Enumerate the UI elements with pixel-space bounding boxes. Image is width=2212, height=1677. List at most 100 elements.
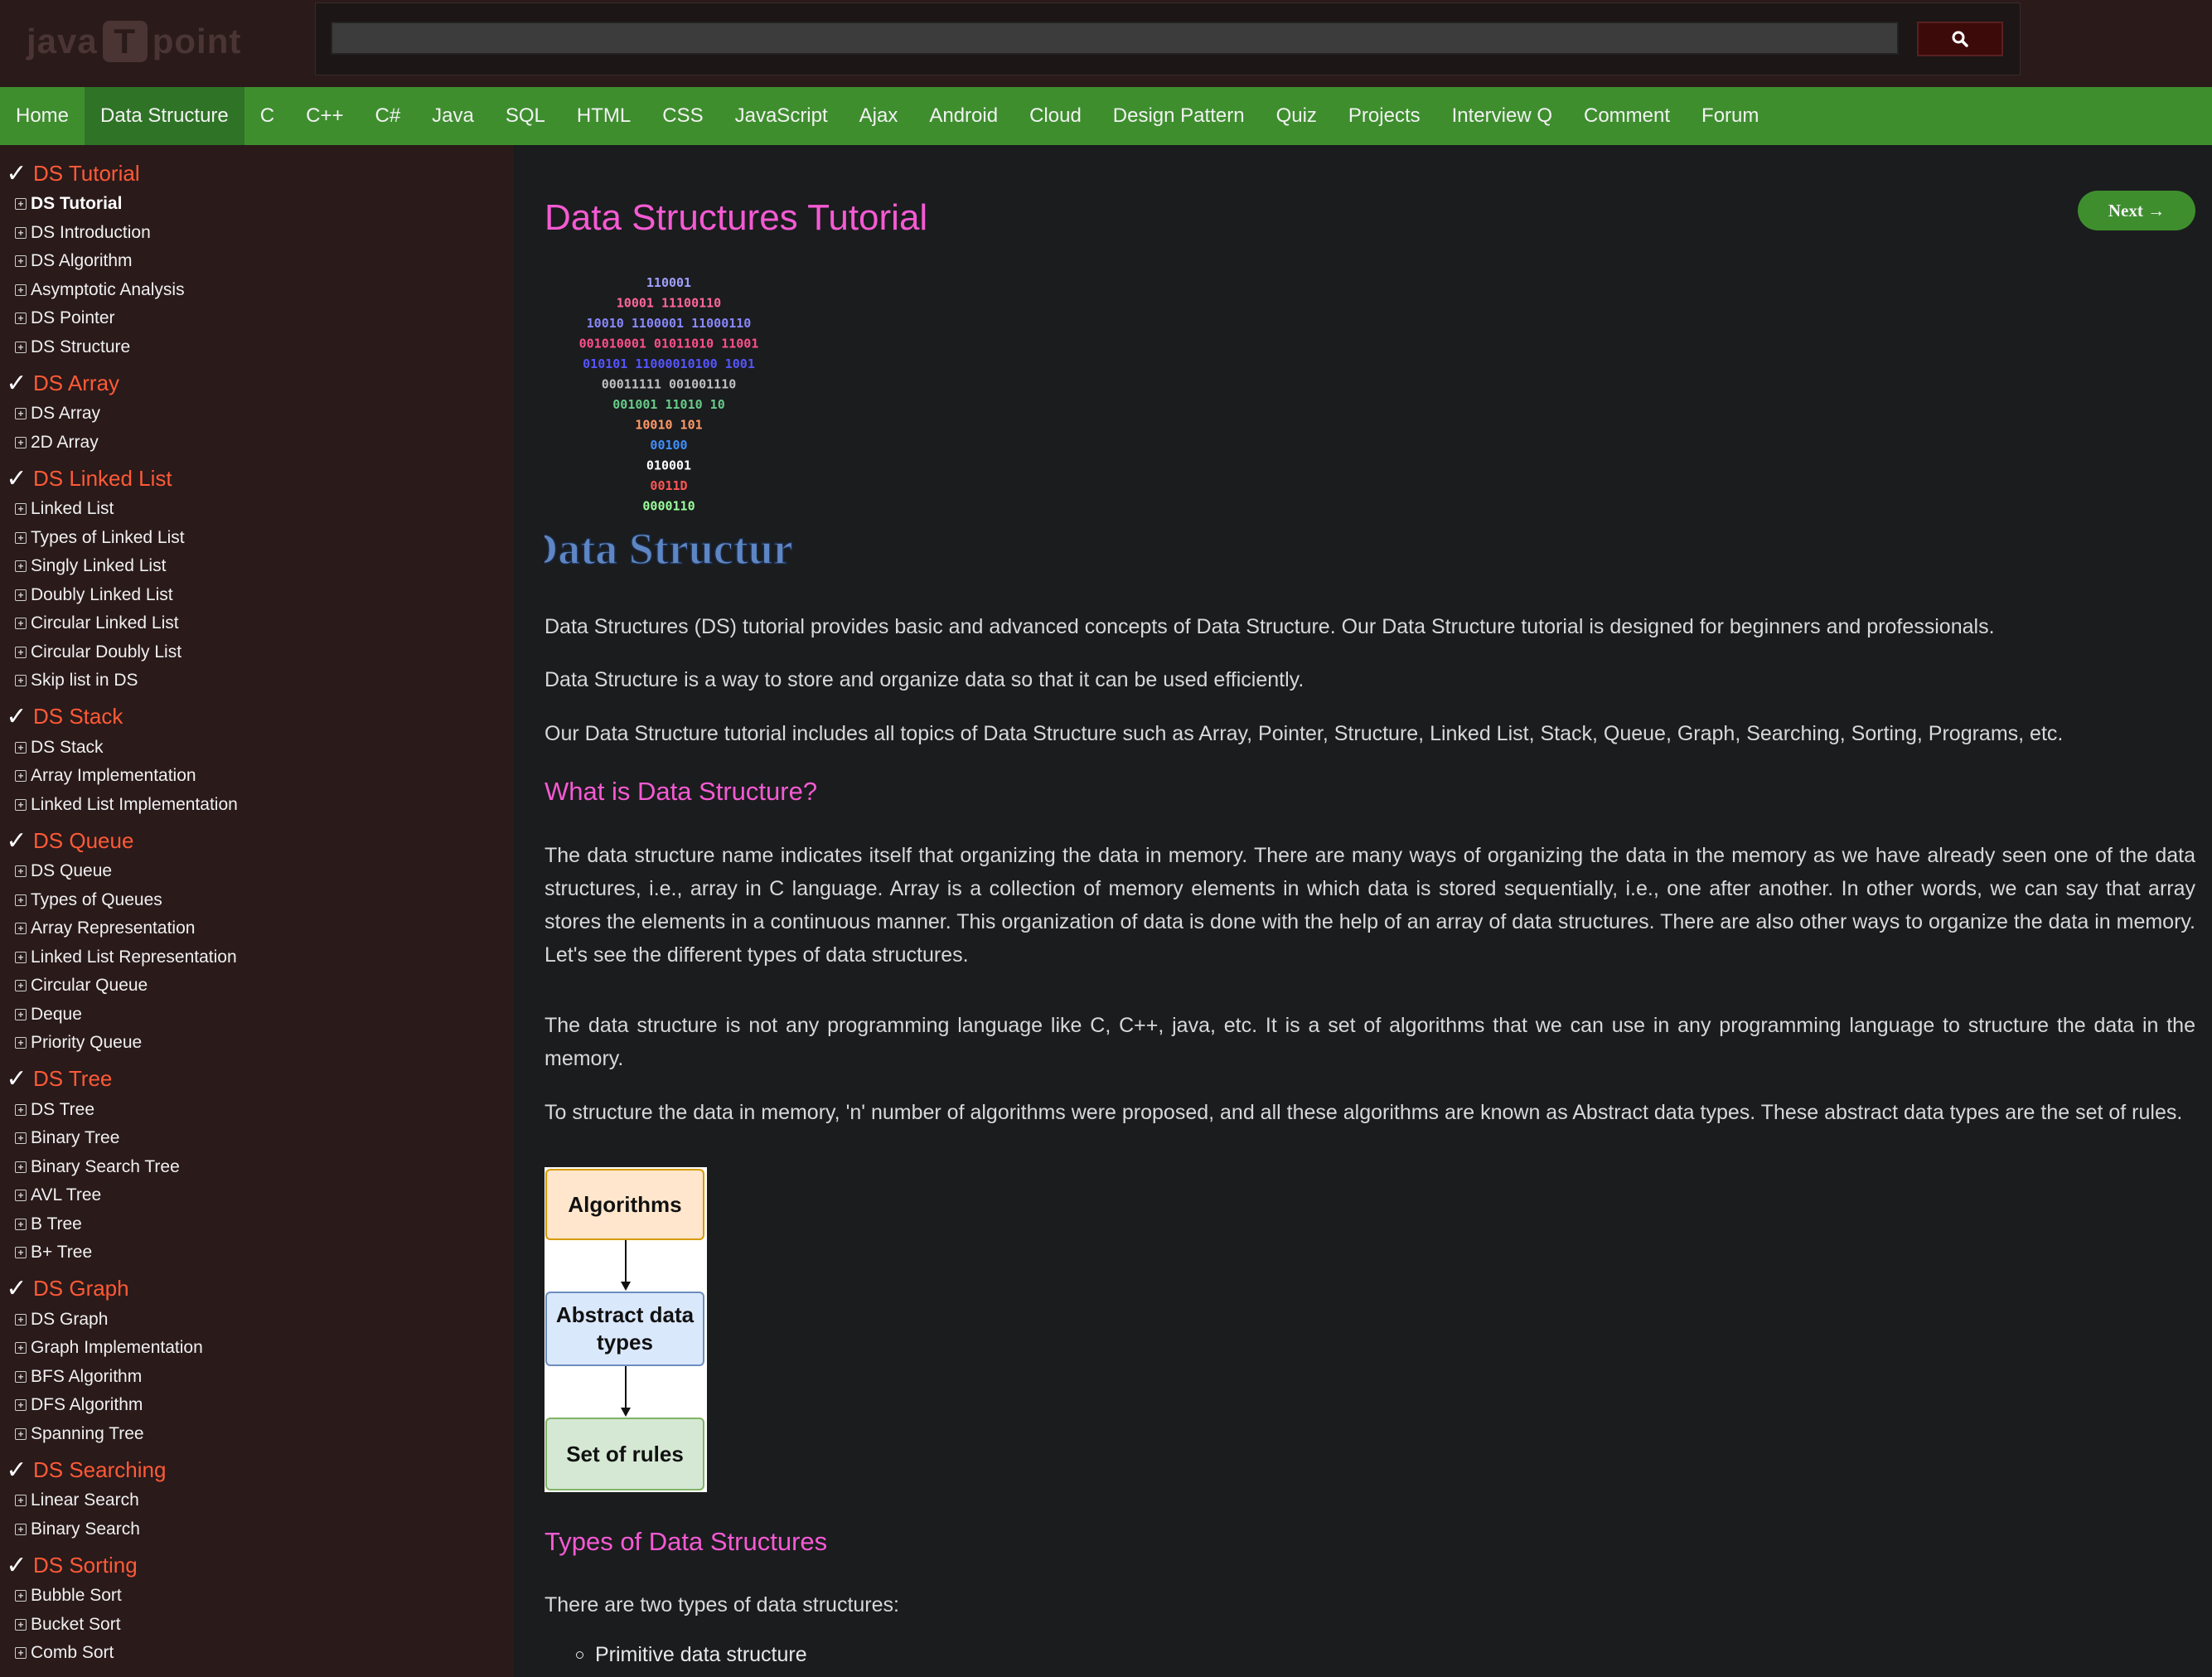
sidebar-item-label: Asymptotic Analysis <box>31 279 185 299</box>
next-button[interactable]: Next → <box>2078 191 2195 230</box>
sidebar-item[interactable]: + B+ Tree <box>0 1238 514 1267</box>
site-logo[interactable]: java T point <box>27 17 241 66</box>
sidebar-item[interactable]: + Linked List Implementation <box>0 791 514 820</box>
sidebar-item-label: Array Representation <box>31 918 196 938</box>
sidebar-item[interactable]: + DS Algorithm <box>0 247 514 276</box>
sidebar-item[interactable]: + Spanning Tree <box>0 1420 514 1449</box>
sidebar-item[interactable]: + Linked List Representation <box>0 943 514 972</box>
nav-item-forum[interactable]: Forum <box>1686 87 1774 145</box>
sidebar-item[interactable]: + Binary Search Tree <box>0 1153 514 1182</box>
binary-art-row: 00100 <box>650 438 687 453</box>
sidebar-item[interactable]: + Priority Queue <box>0 1029 514 1058</box>
expand-plus-icon: + <box>15 1427 27 1440</box>
sidebar: ✓ DS Tutorial + DS Tutorial + DS Introduction… <box>0 145 514 1677</box>
expand-plus-icon: + <box>15 226 27 239</box>
sidebar-section-header[interactable]: ✓ DS Tree <box>0 1063 514 1096</box>
sidebar-item[interactable]: + DS Queue <box>0 857 514 886</box>
checkmark-icon: ✓ <box>6 368 27 398</box>
sidebar-item-label: DS Introduction <box>31 222 151 242</box>
sidebar-section-header[interactable]: ✓ DS Array <box>0 366 514 400</box>
sidebar-item[interactable]: + Array Implementation <box>0 762 514 791</box>
sidebar-item[interactable]: + DS Pointer <box>0 304 514 333</box>
expand-plus-icon: + <box>15 741 27 754</box>
expand-plus-icon: + <box>15 255 27 268</box>
binary-art-row: 10010 1100001 11000110 <box>587 316 752 331</box>
expand-plus-icon: + <box>15 313 27 325</box>
sidebar-item[interactable]: + Skip list in DS <box>0 666 514 696</box>
sidebar-item[interactable]: + Deque <box>0 1001 514 1030</box>
binary-art-row: 00011111 001001110 <box>602 377 737 392</box>
list-item: Primitive data structure <box>576 1643 807 1667</box>
sidebar-section-header[interactable]: ✓ DS Stack <box>0 700 514 734</box>
nav-item-sql[interactable]: SQL <box>490 87 561 145</box>
intro-paragraph-1: Data Structures (DS) tutorial provides b… <box>545 615 1995 638</box>
expand-plus-icon: + <box>15 1037 27 1049</box>
sidebar-item[interactable]: + Binary Search <box>0 1515 514 1544</box>
search-input[interactable] <box>331 22 1899 55</box>
sidebar-section-header[interactable]: ✓ DS Sorting <box>0 1549 514 1582</box>
binary-art-row: 001010001 01011010 11001 <box>579 337 759 351</box>
sidebar-item[interactable]: + Circular Doubly List <box>0 638 514 667</box>
what-paragraph-3: To structure the data in memory, 'n' num… <box>545 1101 2183 1124</box>
main-content: Data Structures Tutorial Next → 110001 10… <box>526 166 2212 1677</box>
sidebar-item[interactable]: + Types of Queues <box>0 886 514 915</box>
nav-item-ajax[interactable]: Ajax <box>844 87 914 145</box>
nav-item-css[interactable]: CSS <box>646 87 719 145</box>
sidebar-section-header[interactable]: ✓ DS Graph <box>0 1272 514 1306</box>
sidebar-section-title: DS Tutorial <box>33 160 140 186</box>
sidebar-item[interactable]: + DFS Algorithm <box>0 1391 514 1420</box>
nav-item-comment[interactable]: Comment <box>1568 87 1686 145</box>
sidebar-item[interactable]: + Circular Queue <box>0 972 514 1001</box>
sidebar-item[interactable]: + Linked List <box>0 495 514 524</box>
nav-item-interview-q[interactable]: Interview Q <box>1436 87 1568 145</box>
nav-item-c[interactable]: C# <box>359 87 416 145</box>
sidebar-item-label: Types of Queues <box>31 889 162 909</box>
sidebar-item[interactable]: + Graph Implementation <box>0 1334 514 1363</box>
sidebar-item[interactable]: + BFS Algorithm <box>0 1363 514 1392</box>
nav-item-cloud[interactable]: Cloud <box>1014 87 1097 145</box>
sidebar-item[interactable]: + Array Representation <box>0 914 514 943</box>
sidebar-item[interactable]: + B Tree <box>0 1210 514 1239</box>
sidebar-item[interactable]: + DS Tutorial <box>0 190 514 219</box>
nav-item-c[interactable]: C <box>244 87 290 145</box>
nav-item-home[interactable]: Home <box>0 87 85 145</box>
nav-item-android[interactable]: Android <box>913 87 1014 145</box>
sidebar-item[interactable]: + Doubly Linked List <box>0 581 514 610</box>
sidebar-item[interactable]: + DS Graph <box>0 1306 514 1335</box>
sidebar-item[interactable]: + Bubble Sort <box>0 1582 514 1611</box>
sidebar-item-label: Array Implementation <box>31 766 196 786</box>
nav-item-javascript[interactable]: JavaScript <box>719 87 844 145</box>
nav-item-java[interactable]: Java <box>416 87 490 145</box>
search-button[interactable] <box>1917 22 2003 56</box>
sidebar-item[interactable]: + AVL Tree <box>0 1181 514 1210</box>
nav-item-design-pattern[interactable]: Design Pattern <box>1097 87 1261 145</box>
nav-item-html[interactable]: HTML <box>561 87 646 145</box>
sidebar-item[interactable]: + DS Introduction <box>0 219 514 248</box>
sidebar-section-header[interactable]: ✓ DS Linked List <box>0 462 514 495</box>
sidebar-section-header[interactable]: ✓ DS Queue <box>0 824 514 857</box>
sidebar-section-header[interactable]: ✓ DS Tutorial <box>0 157 514 190</box>
sidebar-item[interactable]: + Asymptotic Analysis <box>0 276 514 305</box>
top-navigation: Home Data Structure C C++ C# Java SQL HTML CSS Ja… <box>0 87 2212 145</box>
sidebar-item[interactable]: + Bucket Sort <box>0 1611 514 1640</box>
sidebar-item[interactable]: + Singly Linked List <box>0 552 514 581</box>
sidebar-item[interactable]: + DS Tree <box>0 1096 514 1125</box>
sidebar-item[interactable]: + DS Structure <box>0 333 514 362</box>
nav-item-c[interactable]: C++ <box>290 87 359 145</box>
expand-plus-icon: + <box>15 798 27 811</box>
expand-plus-icon: + <box>15 980 27 992</box>
nav-item-quiz[interactable]: Quiz <box>1261 87 1333 145</box>
heading-types-of-ds: Types of Data Structures <box>545 1527 828 1556</box>
sidebar-item[interactable]: + Comb Sort <box>0 1639 514 1668</box>
sidebar-item[interactable]: +2D Array <box>0 429 514 458</box>
sidebar-item[interactable]: + Types of Linked List <box>0 524 514 553</box>
sidebar-item[interactable]: + DS Array <box>0 400 514 429</box>
sidebar-item[interactable]: + DS Stack <box>0 734 514 763</box>
nav-item-data-structure[interactable]: Data Structure <box>85 87 244 145</box>
logo-mark: T <box>102 21 148 62</box>
sidebar-item[interactable]: + Binary Tree <box>0 1124 514 1153</box>
sidebar-item[interactable]: + Linear Search <box>0 1486 514 1515</box>
sidebar-section-header[interactable]: ✓ DS Searching <box>0 1453 514 1486</box>
sidebar-item[interactable]: + Circular Linked List <box>0 609 514 638</box>
nav-item-projects[interactable]: Projects <box>1333 87 1436 145</box>
